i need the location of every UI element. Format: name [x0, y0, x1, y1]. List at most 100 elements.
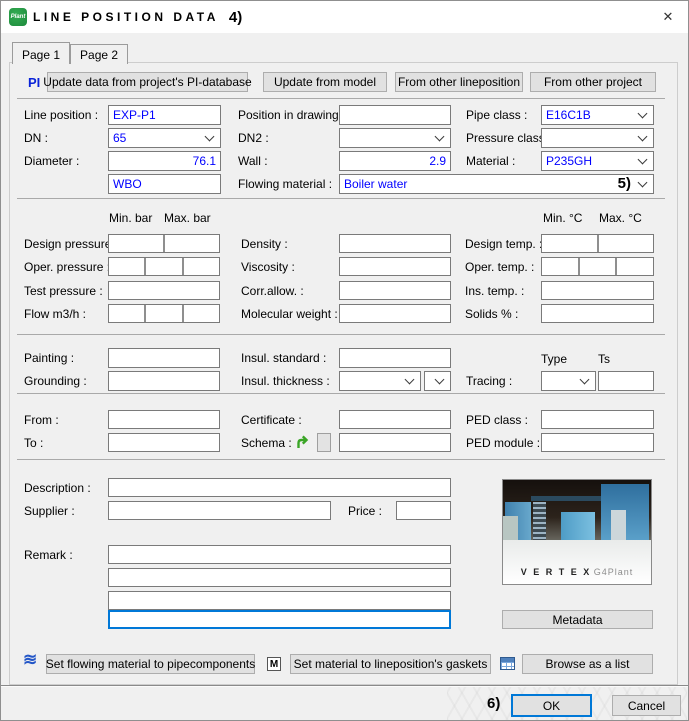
preview-image: V E R T E X G4Plant	[502, 479, 652, 585]
chevron-down-icon[interactable]	[205, 132, 215, 142]
design-pressure-max-cell[interactable]	[165, 235, 219, 252]
flowing-material-annotation: 5)	[618, 175, 631, 192]
material-m-icon: M	[267, 657, 281, 671]
certificate-input[interactable]	[339, 410, 451, 429]
test-pressure-input[interactable]	[108, 281, 220, 300]
from-other-lineposition-button[interactable]: From other lineposition	[395, 72, 523, 92]
to-input[interactable]	[108, 433, 220, 452]
remark-input-1[interactable]	[108, 545, 451, 564]
separator	[17, 393, 665, 394]
tab-page-1[interactable]: Page 1	[12, 42, 70, 64]
code-input[interactable]: WBO	[108, 174, 221, 194]
solids-label: Solids % :	[465, 304, 518, 323]
insul-thickness-select[interactable]	[339, 371, 421, 391]
ins-temp-input[interactable]	[541, 281, 654, 300]
diameter-input[interactable]: 76.1	[108, 151, 221, 171]
wall-input[interactable]: 2.9	[339, 151, 451, 171]
price-input[interactable]	[396, 501, 451, 520]
from-label: From :	[24, 410, 59, 429]
remark-input-2[interactable]	[108, 568, 451, 587]
browse-as-list-button[interactable]: Browse as a list	[522, 654, 653, 674]
caption-vertex: V E R T E X	[521, 567, 592, 577]
table-grid-icon	[500, 657, 515, 670]
ok-button[interactable]: OK	[511, 694, 592, 717]
flow-cell[interactable]	[146, 305, 183, 322]
metadata-button[interactable]: Metadata	[502, 610, 653, 629]
oper-pressure-input[interactable]	[108, 257, 220, 276]
flow-cell[interactable]	[184, 305, 219, 322]
oper-temp-cell[interactable]	[617, 258, 653, 275]
titlebar: Plant LINE POSITION DATA 4) ✕	[1, 1, 688, 33]
from-other-project-button[interactable]: From other project	[530, 72, 656, 92]
dn-select[interactable]: 65	[108, 128, 221, 148]
from-input[interactable]	[108, 410, 220, 429]
viscosity-input[interactable]	[339, 257, 451, 276]
dn-label: DN :	[24, 128, 48, 148]
tracing-type-select[interactable]	[541, 371, 596, 391]
design-pressure-min-cell[interactable]	[109, 235, 165, 252]
oper-pressure-cell[interactable]	[184, 258, 219, 275]
design-temp-max-cell[interactable]	[599, 235, 654, 252]
oper-temp-input[interactable]	[541, 257, 654, 276]
density-input[interactable]	[339, 234, 451, 253]
set-flowing-material-button[interactable]: Set flowing material to pipecomponents	[46, 654, 255, 674]
set-material-gaskets-button[interactable]: Set material to lineposition's gaskets	[290, 654, 491, 674]
separator	[17, 98, 665, 99]
chevron-down-icon[interactable]	[638, 109, 648, 119]
chevron-down-icon[interactable]	[638, 178, 648, 188]
schema-browse-button[interactable]	[317, 433, 331, 452]
design-temp-min-cell[interactable]	[542, 235, 599, 252]
update-pi-database-button[interactable]: Update data from project's PI-database	[47, 72, 248, 92]
insul-standard-input[interactable]	[339, 348, 451, 368]
dn2-select[interactable]	[339, 128, 451, 148]
window-title: LINE POSITION DATA	[33, 10, 219, 24]
oper-pressure-cell[interactable]	[146, 258, 183, 275]
oper-temp-cell[interactable]	[542, 258, 580, 275]
oper-temp-cell[interactable]	[580, 258, 618, 275]
insul-thickness-unit-select[interactable]	[424, 371, 451, 391]
remark-label: Remark :	[24, 545, 73, 564]
description-input[interactable]	[108, 478, 451, 497]
flowing-material-select[interactable]: Boiler water 5)	[339, 174, 654, 194]
flow-cell[interactable]	[109, 305, 146, 322]
pressure-class-select[interactable]	[541, 128, 654, 148]
material-select[interactable]: P235GH	[541, 151, 654, 171]
position-in-drawing-label: Position in drawing :	[238, 105, 345, 125]
corr-allow-input[interactable]	[339, 281, 451, 300]
tracing-ts-input[interactable]	[598, 371, 654, 391]
design-temp-input[interactable]	[541, 234, 654, 253]
line-position-input[interactable]: EXP-P1	[108, 105, 221, 125]
material-value: P235GH	[546, 154, 592, 168]
chevron-down-icon[interactable]	[405, 375, 415, 385]
ped-module-input[interactable]	[541, 433, 654, 452]
remark-input-4[interactable]	[108, 610, 451, 629]
ped-class-input[interactable]	[541, 410, 654, 429]
photo-caption: V E R T E X G4Plant	[503, 567, 651, 577]
pipe-class-label: Pipe class :	[466, 105, 527, 125]
min-c-header: Min. °C	[543, 211, 582, 225]
molecular-weight-input[interactable]	[339, 304, 451, 323]
design-pressure-input[interactable]	[108, 234, 220, 253]
caption-g4plant: G4Plant	[594, 567, 634, 577]
close-icon[interactable]: ✕	[658, 8, 678, 26]
schema-input[interactable]	[339, 433, 451, 452]
chevron-down-icon[interactable]	[638, 132, 648, 142]
supplier-input[interactable]	[108, 501, 331, 520]
cancel-button[interactable]: Cancel	[612, 695, 681, 716]
tab-page-2[interactable]: Page 2	[70, 44, 128, 64]
grounding-input[interactable]	[108, 371, 220, 391]
flow-input[interactable]	[108, 304, 220, 323]
remark-input-3[interactable]	[108, 591, 451, 610]
oper-pressure-cell[interactable]	[109, 258, 146, 275]
pipe-class-select[interactable]: E16C1B	[541, 105, 654, 125]
chevron-down-icon[interactable]	[580, 375, 590, 385]
schema-open-icon[interactable]	[295, 434, 312, 454]
painting-input[interactable]	[108, 348, 220, 368]
update-from-model-button[interactable]: Update from model	[263, 72, 387, 92]
solids-input[interactable]	[541, 304, 654, 323]
chevron-down-icon[interactable]	[435, 375, 445, 385]
chevron-down-icon[interactable]	[638, 155, 648, 165]
position-in-drawing-input[interactable]	[339, 105, 451, 125]
max-c-header: Max. °C	[599, 211, 642, 225]
chevron-down-icon[interactable]	[435, 132, 445, 142]
